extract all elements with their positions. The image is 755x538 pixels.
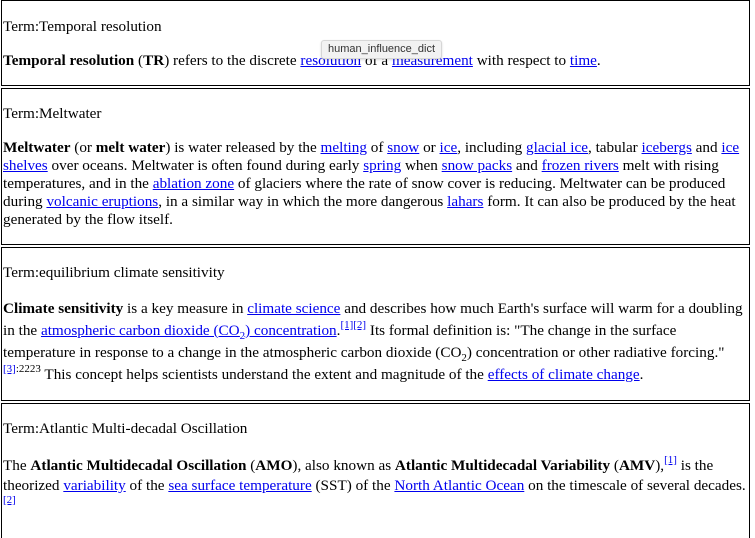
term-bold: TR [143,52,165,69]
link-frozen-rivers[interactable]: frozen rivers [542,157,619,174]
term-bold: melt water [95,139,166,156]
term-title: Term:Meltwater [3,105,102,122]
text: ( [134,52,144,69]
link-time[interactable]: time [570,52,597,69]
term-bold: Climate sensitivity [3,300,124,317]
link-glacial-ice[interactable]: glacial ice [526,139,588,156]
link-snow[interactable]: snow [387,139,419,156]
term-definition: The Atlantic Multidecadal Oscillation (A… [3,454,749,516]
link-north-atlantic-ocean[interactable]: North Atlantic Ocean [394,477,524,494]
text: ) concentration or other radiative forci… [466,344,725,361]
term-title: Term:Atlantic Multi-decadal Oscillation [3,420,248,437]
text: ), also known as [292,457,395,474]
term-bold: Meltwater [3,139,71,156]
text: and [512,157,542,174]
text: , tabular [587,139,642,156]
text: This concept helps scientists understand… [40,366,488,383]
text: , in a similar way in which the more dan… [158,193,448,210]
text: . [639,366,644,383]
term-card-amo: Term:Atlantic Multi-decadal Oscillation … [1,403,750,538]
link-icebergs[interactable]: icebergs [642,139,692,156]
text: (or [70,139,96,156]
text: ( [246,457,256,474]
text: ) is water released by the [165,139,321,156]
link-sea-surface-temperature[interactable]: sea surface temperature [168,477,311,494]
term-card-climate-sensitivity: Term:equilibrium climate sensitivity Cli… [1,247,750,401]
link-variability[interactable]: variability [63,477,125,494]
text: ) refers to the discrete [164,52,301,69]
text: ), [655,457,665,474]
link-text: ) concentration [245,322,337,339]
term-card-meltwater: Term:Meltwater Meltwater (or melt water)… [1,88,750,245]
term-definition: Climate sensitivity is a key measure in … [3,298,749,386]
link-melting[interactable]: melting [321,139,367,156]
citation-link[interactable]: [2] [353,319,366,331]
citation: [3] [3,363,16,375]
text: . [596,52,601,69]
link-climate-science[interactable]: climate science [247,300,340,317]
citation-link[interactable]: [1] [340,319,353,331]
citation-link[interactable]: [1] [664,454,677,466]
link-effects-of-climate-change[interactable]: effects of climate change [488,366,640,383]
citation: [1] [664,454,677,466]
text: (SST) of the [311,477,395,494]
text: , including [457,139,526,156]
text: The [3,457,31,474]
citation: [1] [340,319,353,331]
term-definition: Meltwater (or melt water) is water relea… [3,139,749,229]
term-bold: AMV [618,457,656,474]
citation-link[interactable]: [2] [3,494,16,506]
link-snow-packs[interactable]: snow packs [442,157,512,174]
link-atmospheric-carbon-dioxide-co[interactable]: atmospheric carbon dioxide (CO2) concent… [41,322,337,342]
citation: [2] [353,319,366,331]
text: of [366,139,388,156]
link-ice[interactable]: ice [440,139,458,156]
tooltip: human_influence_dict [321,40,443,59]
citation: [2] [3,494,16,506]
text: and [691,139,722,156]
link-spring[interactable]: spring [363,157,401,174]
term-bold: Temporal resolution [3,52,135,69]
text: when [401,157,442,174]
term-bold: AMO [255,457,293,474]
text: ( [610,457,619,474]
text: of the [125,477,169,494]
link-volcanic-eruptions[interactable]: volcanic eruptions [46,193,158,210]
term-title: Term:equilibrium climate sensitivity [3,264,225,281]
link-ablation-zone[interactable]: ablation zone [153,175,234,192]
text: is a key measure in [123,300,248,317]
text: on the timescale of several decades. [524,477,746,494]
page-ref: :2223 [15,362,41,375]
citation-link[interactable]: [3] [3,363,16,375]
term-title: Term:Temporal resolution [3,18,162,35]
text: over oceans. Meltwater is often found du… [47,157,364,174]
term-bold: Atlantic Multidecadal Variability [394,457,611,474]
term-bold: Atlantic Multidecadal Oscillation [30,457,247,474]
text: with respect to [472,52,570,69]
text: or [419,139,440,156]
link-lahars[interactable]: lahars [447,193,483,210]
